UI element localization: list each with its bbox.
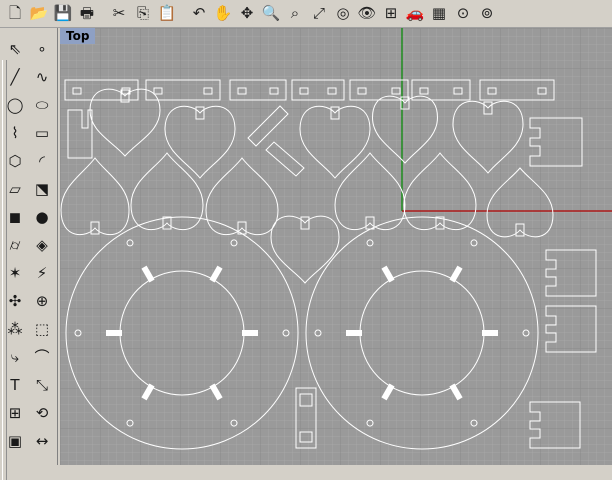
circle-icon[interactable]: ◯ [4, 94, 26, 116]
gumball-icon[interactable]: ⊕ [31, 290, 53, 312]
four-viewports-icon[interactable]: ⊞ [380, 3, 402, 25]
rotate-view-icon[interactable]: ✥ [236, 3, 258, 25]
zoom-selected-icon[interactable]: ◎ [332, 3, 354, 25]
extrude-icon[interactable]: ⬚ [31, 318, 53, 340]
standard-toolbar: 🗋 📂 💾 🖶 ✂ ⎘ 📋 ↶ ✋ ✥ 🔍 ⌕ ⤢ ◎ 👁 ⊞ 🚗 ▦ ⊙ ⊚ [0, 0, 612, 28]
sphere-icon[interactable]: ● [31, 206, 53, 228]
render-preview-icon[interactable]: ▦ [428, 3, 450, 25]
dimension-icon[interactable]: ↔ [31, 430, 53, 452]
copy-icon[interactable]: ⎘ [132, 3, 154, 25]
main-tool-sidebar: ⇖ ╱ ◯ ⌇ ⬡ ▱ ◼ ⌭ ✶ ✣ ⁂ ⤷ T ⊞ ▣ ∘ ∿ ⬭ ▭ ◜ ⬔ ● ◈ ⚡ ⊕ ⬚ ⌒ ⤡ ⟲ ↔ [0, 28, 58, 480]
top-viewport[interactable]: Top [60, 28, 612, 465]
bend-icon[interactable]: ⤷ [4, 346, 26, 368]
render-car-icon[interactable]: 🚗 [404, 3, 426, 25]
curve-icon[interactable]: ∿ [31, 66, 53, 88]
ellipse-icon[interactable]: ⬭ [31, 94, 53, 116]
surface-icon[interactable]: ▱ [4, 178, 26, 200]
osnap-icon[interactable]: ⊙ [452, 3, 474, 25]
named-views-icon[interactable]: 👁 [356, 3, 378, 25]
properties-icon[interactable]: ⊚ [476, 3, 498, 25]
grid-array-icon[interactable]: ⊞ [4, 402, 26, 424]
planar-surface-icon[interactable]: ◈ [31, 234, 53, 256]
array-icon[interactable]: ⁂ [4, 318, 26, 340]
save-icon[interactable]: 💾 [52, 3, 74, 25]
zoom-icon[interactable]: 🔍 [260, 3, 282, 25]
boolean-icon[interactable]: ⚡ [31, 262, 53, 284]
arc-icon[interactable]: ◜ [31, 150, 53, 172]
explode-icon[interactable]: ✶ [4, 262, 26, 284]
viewport-canvas[interactable] [60, 28, 612, 465]
transform-icon[interactable]: ⟲ [31, 402, 53, 424]
scale-icon[interactable]: ⤡ [31, 374, 53, 396]
cylinder-icon[interactable]: ⌭ [4, 234, 26, 256]
text-icon[interactable]: T [4, 374, 26, 396]
undo-icon[interactable]: ↶ [188, 3, 210, 25]
zoom-window-icon[interactable]: ⌕ [284, 3, 306, 25]
sweep-icon[interactable]: ⬔ [31, 178, 53, 200]
paste-icon[interactable]: 📋 [156, 3, 178, 25]
line-icon[interactable]: ╱ [4, 66, 26, 88]
blocks-icon[interactable]: ▣ [4, 430, 26, 452]
select-arrow-icon[interactable]: ⇖ [4, 38, 26, 60]
pan-hand-icon[interactable]: ✋ [212, 3, 234, 25]
move-icon[interactable]: ✣ [4, 290, 26, 312]
open-file-icon[interactable]: 📂 [28, 3, 50, 25]
polygon-icon[interactable]: ⬡ [4, 150, 26, 172]
point-icon[interactable]: ∘ [31, 38, 53, 60]
fillet-icon[interactable]: ⌒ [31, 346, 53, 368]
new-file-icon[interactable]: 🗋 [4, 3, 26, 25]
zoom-extents-icon[interactable]: ⤢ [308, 3, 330, 25]
print-icon[interactable]: 🖶 [76, 3, 98, 25]
cut-icon[interactable]: ✂ [108, 3, 130, 25]
box-solid-icon[interactable]: ◼ [4, 206, 26, 228]
viewport-label[interactable]: Top [60, 28, 96, 44]
rectangle-icon[interactable]: ▭ [31, 122, 53, 144]
polyline-icon[interactable]: ⌇ [4, 122, 26, 144]
